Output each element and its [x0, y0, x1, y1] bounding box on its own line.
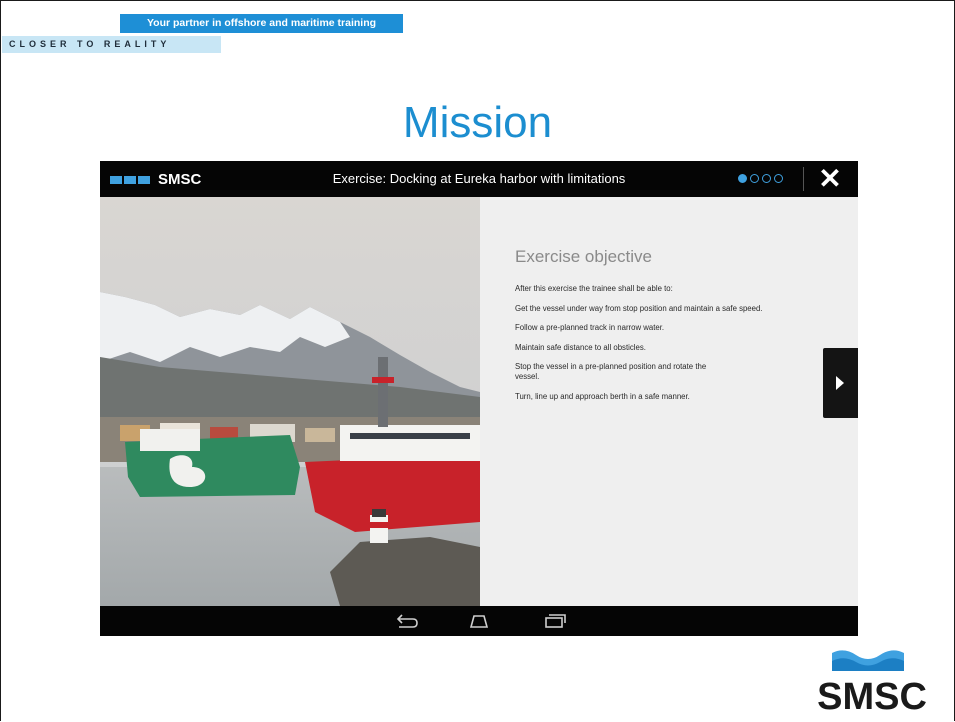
objective-item: Get the vessel under way from stop posit… — [515, 303, 763, 313]
page-dot[interactable] — [738, 174, 747, 183]
close-icon[interactable]: ✕ — [814, 163, 846, 195]
tablet-screen: SMSC Exercise: Docking at Eureka harbor … — [100, 161, 858, 636]
objective-list: After this exercise the trainee shall be… — [515, 284, 800, 411]
closer-to-reality-banner: CLOSER TO REALITY — [2, 36, 221, 53]
page-dot[interactable] — [750, 174, 759, 183]
objective-item: After this exercise the trainee shall be… — [515, 284, 673, 293]
footer-brand-label: SMSC — [817, 676, 927, 718]
appbar-divider — [803, 167, 804, 191]
recent-apps-icon[interactable] — [536, 606, 572, 636]
page-dot[interactable] — [774, 174, 783, 183]
smsc-waves-icon — [832, 650, 904, 671]
objective-item: Maintain safe distance to all obsticles. — [515, 342, 646, 352]
app-bar: SMSC Exercise: Docking at Eureka harbor … — [100, 161, 858, 197]
android-nav-bar — [100, 606, 858, 636]
home-icon[interactable] — [461, 606, 497, 636]
slide-title: Mission — [402, 98, 553, 147]
back-icon[interactable] — [388, 606, 424, 636]
objective-item: Stop the vessel in a pre-planned positio… — [515, 362, 707, 381]
harbor-photo — [100, 197, 480, 606]
objective-item: Turn, line up and approach berth in a sa… — [515, 391, 690, 401]
smsc-footer-logo: SMSC — [808, 649, 936, 721]
tagline-banner: Your partner in offshore and maritime tr… — [120, 14, 403, 33]
objective-item: Follow a pre-planned track in narrow wat… — [515, 323, 665, 333]
page-dot[interactable] — [762, 174, 771, 183]
page-indicator[interactable] — [738, 174, 783, 183]
objective-heading: Exercise objective — [515, 247, 653, 266]
objective-panel: Exercise objective After this exercise t… — [480, 197, 858, 606]
next-arrow-button[interactable] — [823, 348, 858, 418]
